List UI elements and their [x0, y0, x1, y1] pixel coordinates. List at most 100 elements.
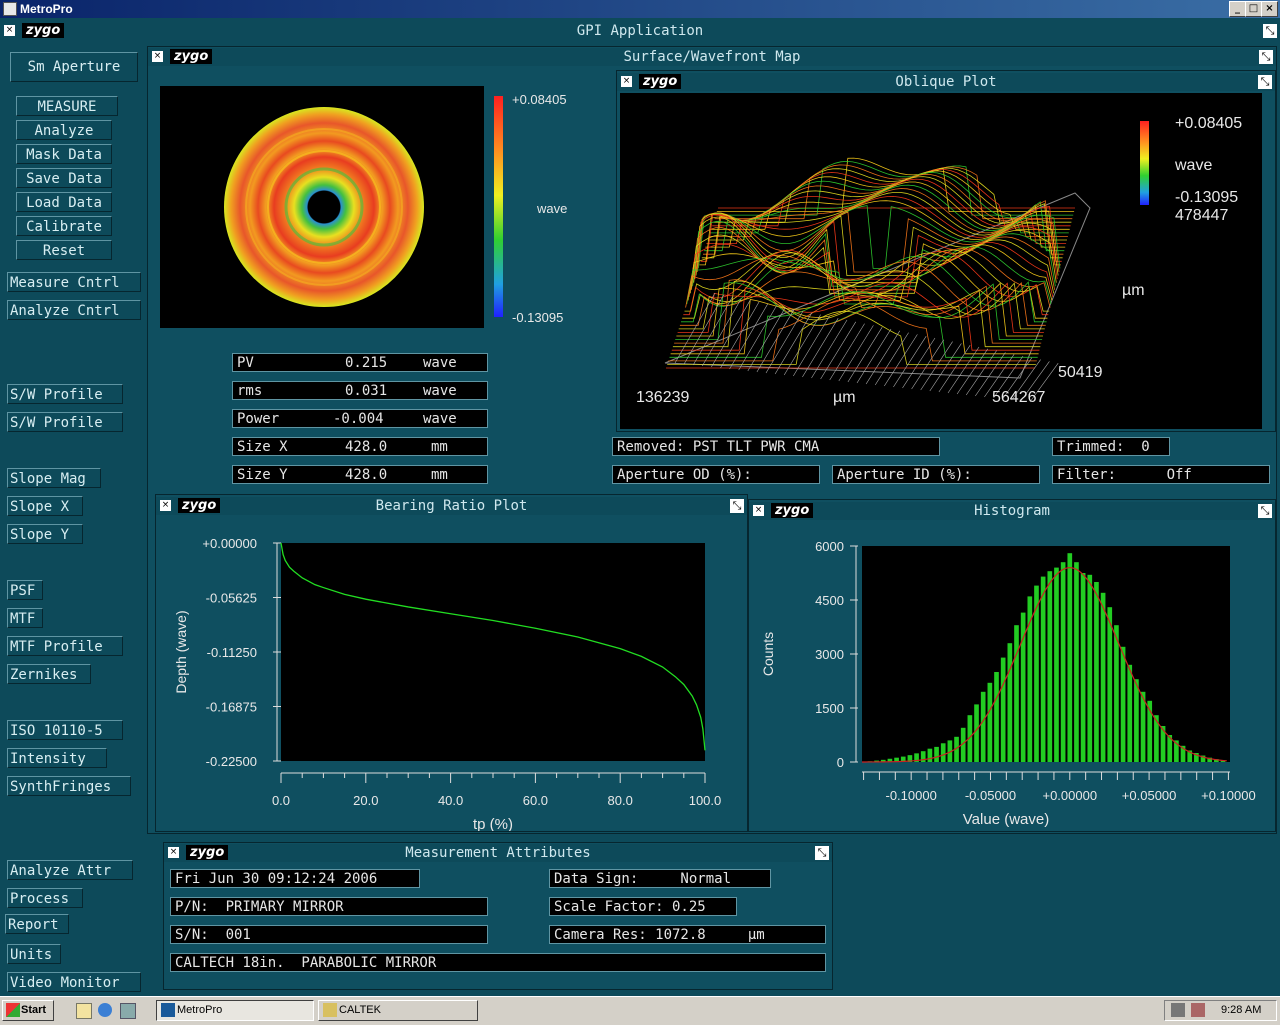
- close-icon[interactable]: ×: [621, 76, 632, 87]
- close-icon[interactable]: ×: [160, 500, 171, 511]
- camera-res-field: Camera Res: 1072.8 µm: [549, 925, 826, 944]
- mtf-button[interactable]: MTF: [7, 608, 43, 628]
- analyze-attr-button[interactable]: Analyze Attr: [7, 860, 133, 880]
- close-icon[interactable]: ×: [753, 505, 764, 516]
- part-number-field[interactable]: P/N: PRIMARY MIRROR: [170, 897, 488, 916]
- y-tick-label: -0.16875: [206, 700, 257, 715]
- close-icon[interactable]: ×: [152, 51, 163, 62]
- pin-icon[interactable]: ⤡: [1258, 75, 1272, 89]
- load-data-button[interactable]: Load Data: [16, 192, 112, 212]
- measurement-attributes-title: Measurement Attributes: [405, 845, 591, 861]
- pin-icon[interactable]: ⤡: [1259, 50, 1273, 64]
- taskbar-item-metropro[interactable]: MetroPro: [156, 1000, 314, 1021]
- aperture-button[interactable]: Sm Aperture: [10, 52, 138, 82]
- maximize-button[interactable]: □: [1245, 1, 1262, 17]
- filled-plot[interactable]: [160, 86, 503, 328]
- pin-icon[interactable]: ⤡: [815, 846, 829, 860]
- skirt-line: [747, 307, 786, 372]
- network-icon[interactable]: [1191, 1003, 1205, 1017]
- mask-data-button[interactable]: Mask Data: [16, 144, 112, 164]
- analyze-button[interactable]: Analyze: [16, 120, 112, 140]
- scale-unit-label: wave: [537, 201, 568, 216]
- stat-label: rms: [237, 383, 263, 399]
- bearing-ratio-chart[interactable]: +0.00000 -0.05625 -0.11250 -0.16875 -0.22500…: [157, 517, 747, 833]
- stat-row-rms: rms 0.031 wave: [232, 381, 488, 400]
- histogram-bar: [934, 746, 939, 762]
- histogram-bar: [1100, 592, 1106, 762]
- y-tick-label: 4500: [815, 593, 844, 608]
- intensity-button[interactable]: Intensity: [7, 748, 107, 768]
- synthfringes-button[interactable]: SynthFringes: [7, 776, 131, 796]
- filled-plot-scale: [494, 96, 503, 317]
- quick-launch-icon[interactable]: [120, 1003, 136, 1019]
- oblique-y-value: 50419: [1058, 364, 1103, 381]
- minimize-button[interactable]: _: [1229, 1, 1246, 17]
- measure-button[interactable]: MEASURE: [16, 96, 118, 116]
- wireframe-line: [694, 213, 1058, 280]
- system-tray: 9:28 AM: [1164, 1000, 1277, 1021]
- close-icon[interactable]: ×: [168, 847, 179, 858]
- close-button[interactable]: ×: [1261, 1, 1278, 17]
- zygo-logo: zygo: [178, 498, 221, 513]
- task-label: CALTEK: [339, 1004, 381, 1016]
- histogram-bar: [940, 743, 946, 762]
- skirt-line: [756, 309, 795, 373]
- zernikes-button[interactable]: Zernikes: [7, 664, 91, 684]
- x-tick-label: 60.0: [523, 793, 548, 808]
- calibrate-button[interactable]: Calibrate: [16, 216, 112, 236]
- oblique-plot-svg: [664, 121, 1149, 403]
- oblique-plot[interactable]: [620, 93, 1262, 429]
- process-button[interactable]: Process: [7, 888, 83, 908]
- y-tick-label: 1500: [815, 701, 844, 716]
- taskbar-item-caltek[interactable]: CALTEK: [318, 1000, 478, 1021]
- start-button[interactable]: Start: [2, 1000, 54, 1021]
- y-tick-label: 3000: [815, 647, 844, 662]
- slope-y-button[interactable]: Slope Y: [7, 524, 83, 544]
- skirt-line: [856, 328, 892, 384]
- sw-profile-button-2[interactable]: S/W Profile: [7, 412, 123, 432]
- windows-logo-icon: [6, 1003, 20, 1017]
- show-desktop-icon[interactable]: [76, 1003, 92, 1019]
- skirt-line: [947, 346, 980, 394]
- zygo-logo: zygo: [639, 74, 682, 89]
- report-button[interactable]: Report: [5, 914, 69, 934]
- skirt-line: [929, 343, 962, 392]
- scale-max-label: +0.08405: [512, 92, 567, 107]
- save-data-button[interactable]: Save Data: [16, 168, 112, 188]
- skirt-line: [774, 312, 813, 375]
- histogram-chart[interactable]: 6000 4500 3000 1500 0 -0.10000 -0.05000 +0.0000…: [750, 522, 1275, 831]
- pin-icon[interactable]: ⤡: [1258, 504, 1272, 518]
- stat-unit: mm: [431, 439, 448, 455]
- window-title: MetroPro: [20, 2, 73, 16]
- skirt-line: [793, 316, 830, 377]
- close-icon[interactable]: ×: [4, 25, 15, 36]
- slope-mag-button[interactable]: Slope Mag: [7, 468, 101, 488]
- description-field[interactable]: CALTECH 18in. PARABOLIC MIRROR: [170, 953, 826, 972]
- analyze-cntrl-button[interactable]: Analyze Cntrl: [7, 300, 141, 320]
- skirt-line: [783, 314, 821, 376]
- internet-explorer-icon[interactable]: [98, 1003, 112, 1017]
- metropro-icon: [161, 1003, 175, 1017]
- x-axis-label: Value (wave): [963, 811, 1049, 828]
- skirt-line: [938, 345, 971, 393]
- serial-number-field[interactable]: S/N: 001: [170, 925, 488, 944]
- filled-plot-svg: [224, 98, 503, 318]
- x-tick-label: 80.0: [608, 793, 633, 808]
- x-tick-label: 20.0: [353, 793, 378, 808]
- reset-button[interactable]: Reset: [16, 240, 112, 260]
- slope-x-button[interactable]: Slope X: [7, 496, 83, 516]
- pin-icon[interactable]: ⤡: [730, 499, 744, 513]
- pin-icon[interactable]: ⤡: [1263, 24, 1277, 38]
- sw-profile-button-1[interactable]: S/W Profile: [7, 384, 123, 404]
- measure-cntrl-button[interactable]: Measure Cntrl: [7, 272, 141, 292]
- histogram-bar: [1047, 571, 1053, 762]
- psf-button[interactable]: PSF: [7, 580, 43, 600]
- skirt-line: [847, 327, 883, 383]
- window-title-bar[interactable]: MetroPro _ □ ×: [0, 0, 1280, 18]
- iso-10110-5-button[interactable]: ISO 10110-5: [7, 720, 123, 740]
- volume-icon[interactable]: [1171, 1003, 1185, 1017]
- y-tick-label: -0.05625: [206, 591, 257, 606]
- mtf-profile-button[interactable]: MTF Profile: [7, 636, 123, 656]
- video-monitor-button[interactable]: Video Monitor: [7, 972, 141, 992]
- units-button[interactable]: Units: [7, 944, 61, 964]
